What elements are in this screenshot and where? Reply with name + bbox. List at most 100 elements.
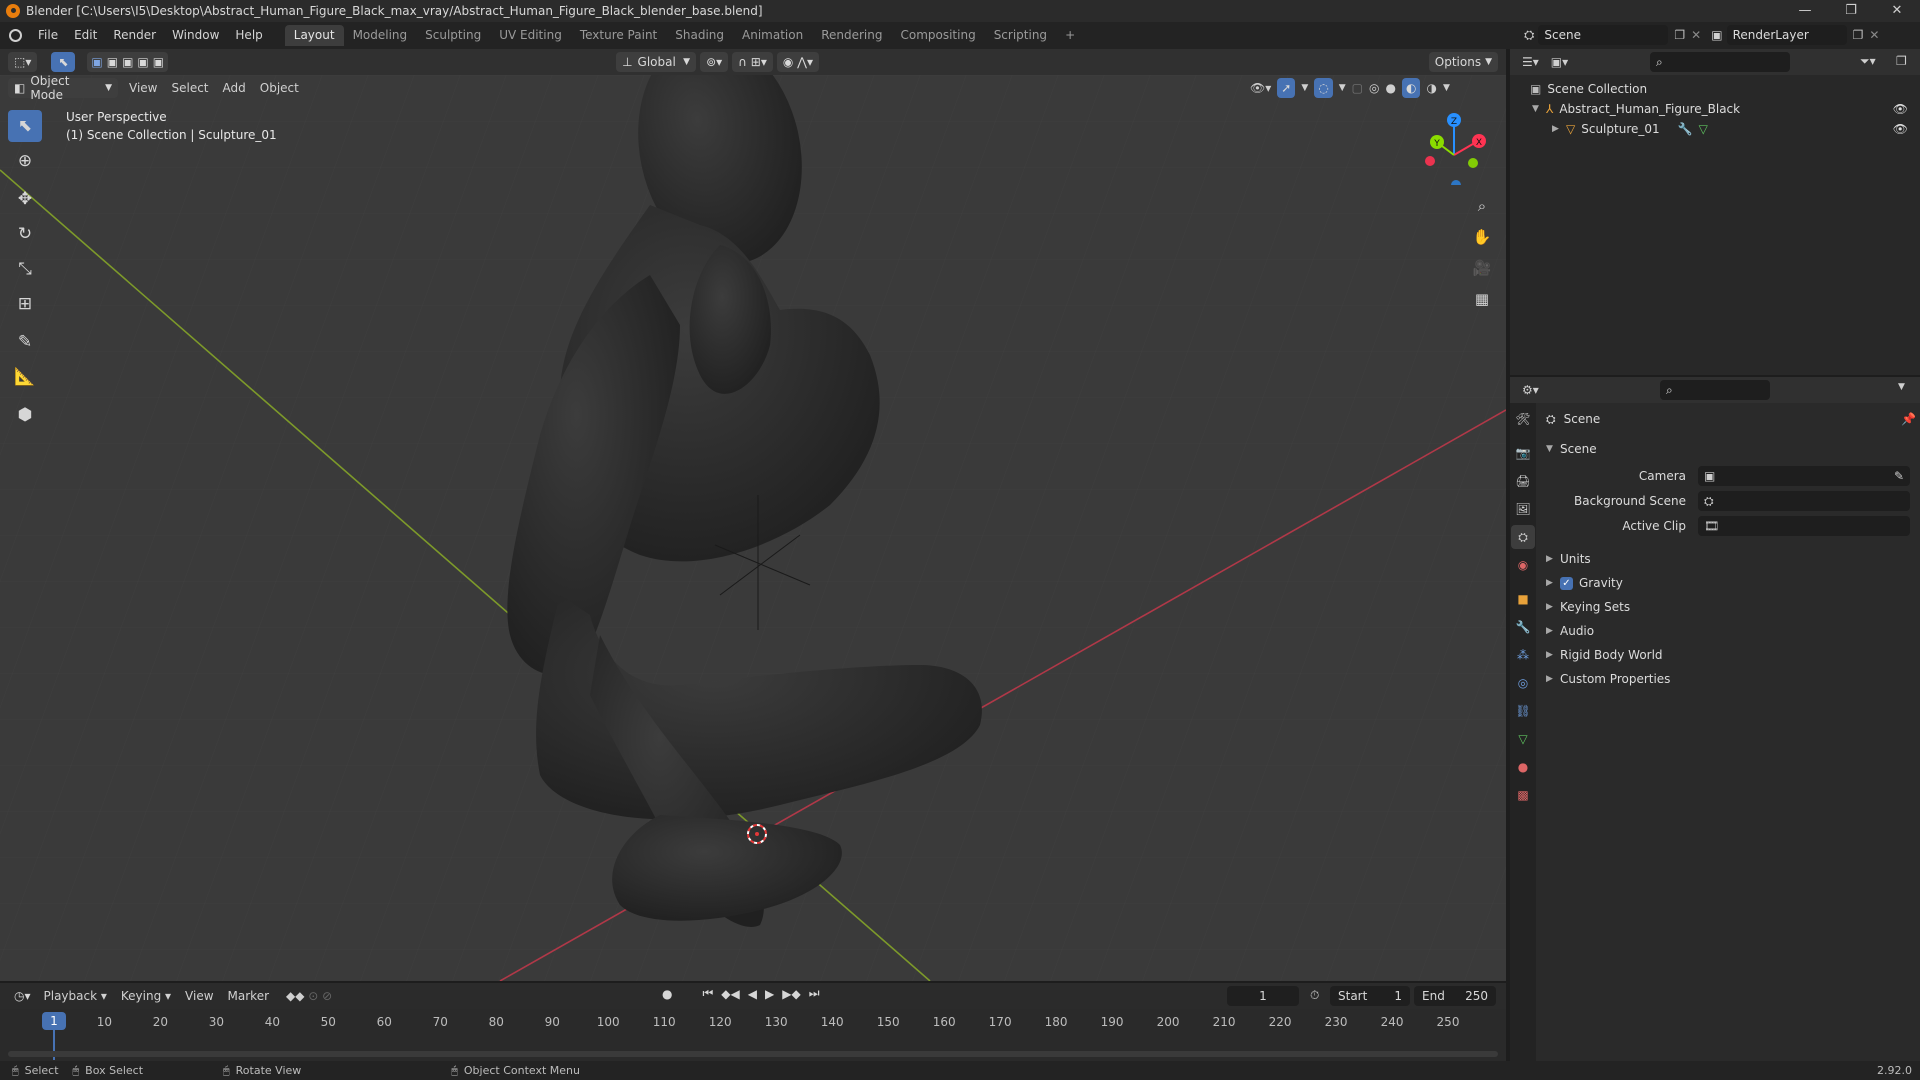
menu-add[interactable]: Add xyxy=(216,81,253,95)
outliner-scene-collection[interactable]: ▣ Scene Collection xyxy=(1510,79,1920,99)
mesh-data-icon[interactable]: ▽ xyxy=(1699,122,1708,136)
modifier-wrench-icon[interactable]: 🔧 xyxy=(1678,122,1693,136)
menu-view[interactable]: View xyxy=(122,81,164,95)
jump-start-icon[interactable]: ⏮ xyxy=(702,986,713,1001)
annotate-tool-icon[interactable]: ✎ xyxy=(8,326,42,358)
render-tab-icon[interactable]: 📷 xyxy=(1511,441,1535,465)
tab-uv-editing[interactable]: UV Editing xyxy=(490,25,571,46)
xray-toggle-icon[interactable]: ▢ xyxy=(1352,81,1363,95)
menu-timeline-view[interactable]: View xyxy=(178,989,220,1003)
display-mode-icon[interactable]: ▣▾ xyxy=(1551,55,1568,69)
physics-tab-icon[interactable]: ◎ xyxy=(1511,671,1535,695)
properties-search-input[interactable]: ⌕ xyxy=(1660,380,1770,400)
material-preview-icon[interactable]: ◐ xyxy=(1401,78,1421,98)
measure-tool-icon[interactable]: 📐 xyxy=(8,361,42,393)
visibility-eye-icon[interactable]: 👁 xyxy=(1893,122,1908,136)
tab-compositing[interactable]: Compositing xyxy=(891,25,984,46)
properties-editor-type-icon[interactable]: ⚙▾ xyxy=(1522,383,1539,397)
menu-file[interactable]: File xyxy=(30,22,66,49)
panel-keying-sets[interactable]: ▶ Keying Sets xyxy=(1546,596,1916,618)
pin-icon[interactable]: 📌 xyxy=(1901,412,1916,426)
menu-render[interactable]: Render xyxy=(105,22,164,49)
chevron-down-icon[interactable]: ▼ xyxy=(1339,83,1346,93)
select-extend-icon[interactable]: ▣ xyxy=(107,55,118,69)
transform-tool-icon[interactable]: ⊞ xyxy=(8,288,42,320)
outliner-editor-type-icon[interactable]: ☰▾ xyxy=(1522,55,1539,69)
scene-tab-icon[interactable]: ⛭ xyxy=(1511,525,1535,549)
timeline-scrollbar[interactable] xyxy=(8,1051,1498,1057)
select-invert-icon[interactable]: ▣ xyxy=(137,55,148,69)
panel-rigid-body-world[interactable]: ▶ Rigid Body World xyxy=(1546,644,1916,666)
new-scene-icon[interactable]: ❐ xyxy=(1674,28,1685,42)
end-frame-field[interactable]: End 250 xyxy=(1414,986,1496,1006)
visibility-eye-icon[interactable]: 👁▾ xyxy=(1250,81,1271,95)
play-icon[interactable]: ▶ xyxy=(765,987,774,1001)
expand-arrow-icon[interactable]: ▶ xyxy=(1552,124,1566,134)
expand-arrow-icon[interactable]: ▼ xyxy=(1532,104,1546,114)
select-subtract-icon[interactable]: ▣ xyxy=(122,55,133,69)
timeline-area[interactable]: 10 20 30 40 50 60 70 80 90 100 110 120 130 140 150 160 1… xyxy=(0,1009,1506,1061)
rotate-tool-icon[interactable]: ↻ xyxy=(8,218,42,250)
auto-keying-icon[interactable]: ● xyxy=(662,987,672,1001)
next-keyframe-icon[interactable]: ▶◆ xyxy=(782,987,800,1001)
active-clip-field[interactable]: 🎞 xyxy=(1698,516,1910,536)
view-layer-tab-icon[interactable]: 🖼 xyxy=(1511,497,1535,521)
tab-animation[interactable]: Animation xyxy=(733,25,812,46)
chevron-down-icon[interactable]: ▼ xyxy=(1898,382,1905,392)
world-tab-icon[interactable]: ◉ xyxy=(1511,553,1535,577)
proportional-editing-toggle[interactable]: ◉ ⋀▾ xyxy=(776,52,820,72)
3d-viewport[interactable]: Z X Y ⌕ ✋ 🎥 ▦ xyxy=(0,75,1506,981)
new-view-layer-icon[interactable]: ❐ xyxy=(1853,28,1864,42)
tab-scripting[interactable]: Scripting xyxy=(985,25,1056,46)
close-window-button[interactable]: ✕ xyxy=(1874,0,1920,22)
pan-hand-icon[interactable]: ✋ xyxy=(1469,224,1495,250)
scene-icon[interactable]: ⛭ xyxy=(1524,28,1534,43)
tab-texture-paint[interactable]: Texture Paint xyxy=(571,25,666,46)
snap-toggle[interactable]: ∩ ⊞▾ xyxy=(732,52,773,72)
preview-range-icon[interactable]: ⏱ xyxy=(1310,988,1319,1003)
select-tool-icon[interactable]: ⬉ xyxy=(51,52,76,72)
transform-orientation-dropdown[interactable]: ⊥ Global ▼ xyxy=(616,52,697,72)
solid-shading-icon[interactable]: ● xyxy=(1385,81,1395,95)
editor-type-button[interactable]: ⬚▾ xyxy=(8,52,38,72)
prev-keyframe-icon[interactable]: ◆◀ xyxy=(721,987,739,1001)
eyedropper-icon[interactable]: ✎ xyxy=(1894,469,1904,483)
tab-sculpting[interactable]: Sculpting xyxy=(416,25,490,46)
pivot-point-dropdown[interactable]: ⊚▾ xyxy=(700,52,729,72)
wireframe-shading-icon[interactable]: ◎ xyxy=(1369,81,1379,95)
cursor-tool-icon[interactable]: ⊕ xyxy=(8,145,42,177)
view-layer-icon[interactable]: ▣ xyxy=(1711,28,1722,42)
keyframe-icons[interactable]: ◆◆ ⊙ ⊘ xyxy=(286,989,332,1003)
move-tool-icon[interactable]: ✥ xyxy=(8,183,42,215)
add-workspace-button[interactable]: + xyxy=(1056,25,1084,46)
menu-help[interactable]: Help xyxy=(227,22,270,49)
zoom-icon[interactable]: ⌕ xyxy=(1469,193,1495,219)
delete-view-layer-icon[interactable]: ✕ xyxy=(1869,28,1879,42)
outliner-search-input[interactable]: ⌕ xyxy=(1650,52,1790,72)
show-gizmo-icon[interactable]: ➚ xyxy=(1277,78,1296,98)
start-frame-field[interactable]: Start 1 xyxy=(1330,986,1410,1006)
tab-layout[interactable]: Layout xyxy=(284,25,344,46)
menu-select[interactable]: Select xyxy=(164,81,215,95)
playhead-marker[interactable]: 1 xyxy=(42,1012,66,1030)
delete-scene-icon[interactable]: ✕ xyxy=(1691,28,1701,42)
add-cube-tool-icon[interactable]: ⬢ xyxy=(8,399,42,431)
object-mode-dropdown[interactable]: ◧ Object Mode ▼ xyxy=(8,74,118,102)
show-overlays-icon[interactable]: ◌ xyxy=(1314,78,1333,98)
minimize-button[interactable]: — xyxy=(1782,0,1828,22)
tab-shading[interactable]: Shading xyxy=(666,25,733,46)
menu-marker[interactable]: Marker xyxy=(221,989,276,1003)
particles-tab-icon[interactable]: ⁂ xyxy=(1511,643,1535,667)
camera-view-icon[interactable]: 🎥 xyxy=(1469,255,1495,281)
frame-ruler[interactable]: 10 20 30 40 50 60 70 80 90 100 110 120 130 140 150 160 1… xyxy=(0,1009,1506,1033)
tab-modeling[interactable]: Modeling xyxy=(344,25,417,46)
object-tab-icon[interactable]: ■ xyxy=(1511,587,1535,611)
scale-tool-icon[interactable]: ⤡ xyxy=(8,253,42,285)
panel-audio[interactable]: ▶ Audio xyxy=(1546,620,1916,642)
tab-rendering[interactable]: Rendering xyxy=(812,25,891,46)
modifiers-tab-icon[interactable]: 🔧 xyxy=(1511,615,1535,639)
rendered-shading-icon[interactable]: ◑ xyxy=(1426,81,1436,95)
panel-gravity[interactable]: ▶ ✓ Gravity xyxy=(1546,572,1916,594)
constraints-tab-icon[interactable]: ⛓ xyxy=(1511,699,1535,723)
options-dropdown[interactable]: Options ▼ xyxy=(1428,52,1498,72)
